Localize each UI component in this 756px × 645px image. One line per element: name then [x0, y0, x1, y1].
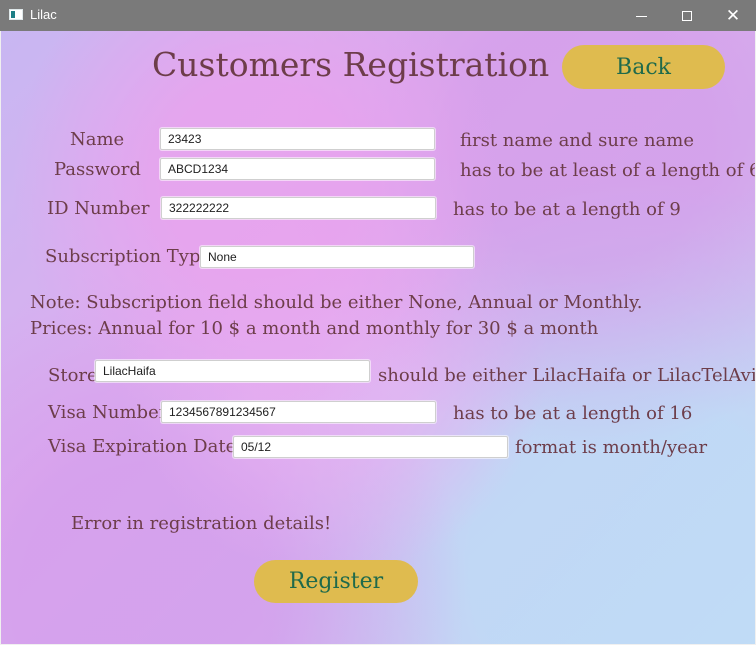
- store-label: Store: [48, 365, 98, 386]
- visa-number-hint: has to be at a length of 16: [453, 403, 693, 424]
- id-number-label: ID Number: [47, 198, 150, 219]
- visa-expiration-hint: format is month/year: [515, 437, 708, 458]
- subscription-type-label: Subscription Type: [45, 246, 212, 267]
- minimize-button[interactable]: [618, 0, 664, 31]
- close-button[interactable]: ✕: [710, 0, 756, 31]
- visa-number-label: Visa Number: [48, 402, 168, 423]
- subscription-type-input[interactable]: [200, 246, 474, 268]
- maximize-button[interactable]: [664, 0, 710, 31]
- minimize-icon: [635, 15, 647, 17]
- register-button[interactable]: Register: [254, 560, 418, 603]
- error-message: Error in registration details!: [71, 513, 332, 534]
- name-hint: first name and sure name: [460, 130, 694, 151]
- visa-expiration-label: Visa Expiration Date: [48, 436, 237, 457]
- id-number-input[interactable]: [161, 197, 436, 219]
- back-button[interactable]: Back: [562, 45, 725, 89]
- store-hint: should be either LilacHaifa or LilacTelA…: [378, 365, 755, 386]
- name-input[interactable]: [160, 128, 435, 150]
- store-input[interactable]: [95, 360, 370, 382]
- title-bar: Lilac ✕: [0, 0, 756, 31]
- password-hint: has to be at least of a length of 6: [460, 160, 755, 181]
- price-note: Prices: Annual for 10 $ a month and mont…: [30, 318, 599, 339]
- registration-panel: Customers Registration Back Name first n…: [1, 31, 755, 644]
- page-title: Customers Registration: [152, 45, 550, 84]
- password-label: Password: [54, 159, 141, 180]
- maximize-icon: [682, 10, 692, 21]
- password-input[interactable]: [160, 158, 435, 180]
- visa-expiration-input[interactable]: [233, 436, 508, 458]
- id-number-hint: has to be at a length of 9: [453, 199, 681, 220]
- app-window: Lilac ✕ Customers Registration Back Name…: [0, 0, 756, 645]
- window-title: Lilac: [30, 7, 57, 22]
- app-icon: [9, 9, 23, 20]
- subscription-note: Note: Subscription field should be eithe…: [30, 292, 643, 313]
- visa-number-input[interactable]: [161, 401, 436, 423]
- name-label: Name: [70, 129, 125, 150]
- close-icon: ✕: [725, 6, 741, 25]
